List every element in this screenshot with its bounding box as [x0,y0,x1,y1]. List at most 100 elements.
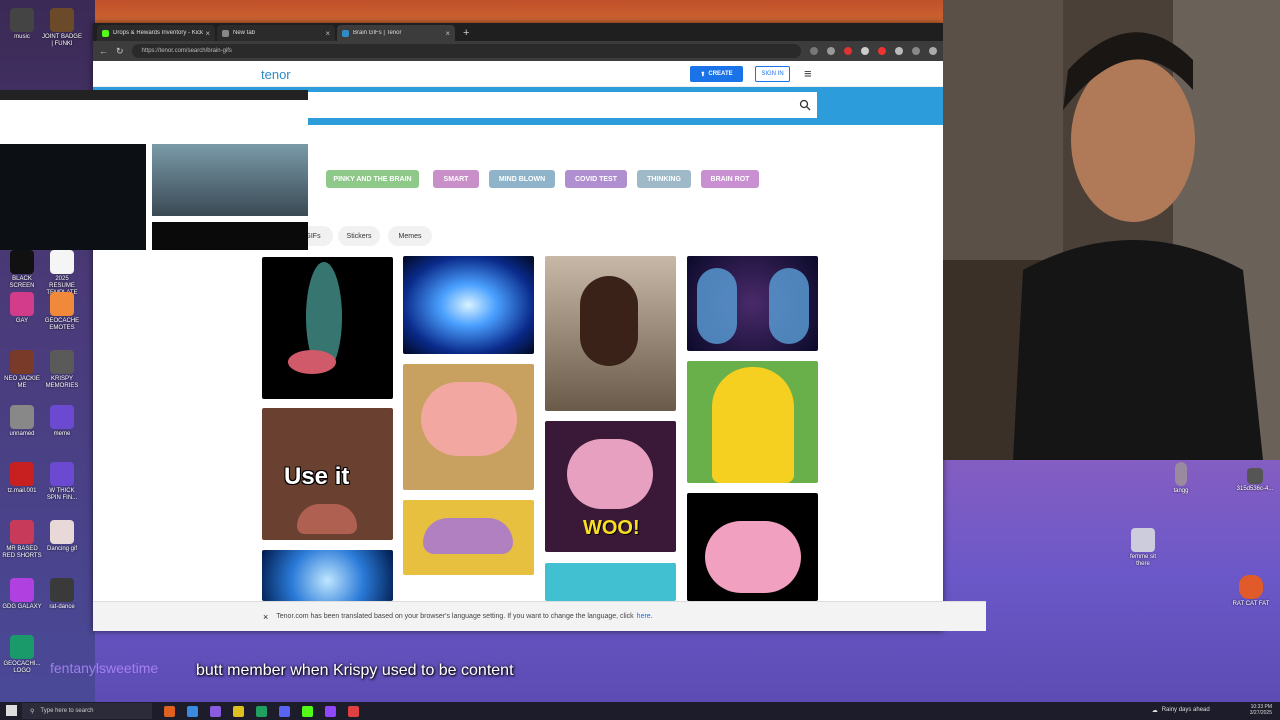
taskbar-app-icon[interactable] [256,705,267,717]
file-icon [10,635,34,659]
gif-woo-brain[interactable]: WOO! [545,421,676,552]
desktop-icon[interactable]: NEO JACKIE ME [2,350,42,390]
file-icon [50,8,74,32]
desktop-icon-label: meme [53,431,71,437]
desktop-icon[interactable]: tz.mail.001 [2,462,42,495]
chip-pinky-and-the-brain[interactable]: PINKY AND THE BRAIN [326,170,419,188]
gif-cartoon-brain[interactable] [403,364,534,490]
search-icon[interactable] [799,99,811,111]
desktop-icon[interactable]: 2025 RESUME TEMPLATE [42,250,82,297]
desktop-icon[interactable]: meme [42,405,82,438]
profile-avatar-icon[interactable] [929,47,937,55]
close-icon[interactable]: × [263,612,268,622]
translate-here-link[interactable]: here [637,613,651,620]
gif-xray-skeleton-brain[interactable] [262,257,393,399]
browser-tab[interactable]: New tab × [217,25,335,41]
desktop-icon[interactable]: GAY [2,292,42,325]
translate-notice-suffix: . [650,613,653,620]
desktop-icon[interactable]: GEOCACHE EMOTES [42,292,82,332]
gif-pink-brain[interactable] [687,493,818,601]
new-tab-button[interactable]: + [457,27,475,41]
desktop-icon-label: femme sit there [1129,554,1156,567]
desktop-icon[interactable]: rat-dance [42,578,82,611]
reload-icon[interactable]: ↻ [116,46,124,57]
windows-start-icon[interactable] [6,705,17,716]
gif-spongebob-bottom[interactable] [545,563,676,601]
newtab-favicon-icon [222,29,229,37]
desktop-icon[interactable]: Dancing gif [42,520,82,553]
desktop-icon[interactable]: KRISPY MEMORIES [42,350,82,390]
taskbar-app-icon[interactable] [164,705,175,717]
desktop-icon[interactable]: GDG GALAXY [2,578,42,611]
browser-tab-active[interactable]: Brain GIFs | Tenor × [337,25,455,41]
desktop-icon[interactable]: MR BASED RED SHORTS [2,520,42,560]
tab-bar: Drops & Rewards Inventory - Kick × New t… [93,23,943,41]
close-tab-icon[interactable]: × [445,29,450,38]
gif-roll-safe-thinking[interactable] [545,256,676,411]
extension-icon[interactable] [844,47,852,55]
extension-icon[interactable] [878,47,886,55]
upload-icon: ⬆ [700,71,706,78]
filter-tab-stickers[interactable]: Stickers [338,226,380,246]
head-silhouette [697,268,737,344]
chip-mind-blown[interactable]: MIND BLOWN [489,170,555,188]
chip-covid-test[interactable]: COVID TEST [565,170,627,188]
hamburger-menu-icon[interactable]: ≡ [804,67,812,80]
tenor-logo[interactable]: tenor [261,67,291,82]
sign-in-button[interactable]: SIGN IN [755,66,790,82]
gif-squidward-brain[interactable] [403,500,534,575]
extension-icon[interactable] [810,47,818,55]
figure-icon [1175,462,1187,486]
close-tab-icon[interactable]: × [325,29,330,38]
desktop-icon-315d[interactable]: 315d536c-4... [1235,468,1275,493]
tab-title: New tab [233,30,256,36]
weather-text[interactable]: Rainy days ahead [1162,707,1210,713]
tenor-header: tenor ⬆ CREATE SIGN IN ≡ [93,61,943,87]
taskbar-search-input[interactable]: ⚲ Type here to search [22,703,152,719]
desktop-icon[interactable]: BLACK SCREEN [2,250,42,290]
create-button[interactable]: ⬆ CREATE [690,66,743,82]
search-input[interactable] [303,92,817,118]
desktop-icon-tangg[interactable]: tangg [1161,462,1201,495]
gif-galaxy-brain[interactable] [403,256,534,354]
extension-icon[interactable] [895,47,903,55]
desktop-icon[interactable]: GEOCACHI... LOGO [2,635,42,675]
extension-icon[interactable] [912,47,920,55]
filter-tab-memes[interactable]: Memes [388,226,432,246]
image-icon [1239,575,1263,599]
desktop-icon-femme[interactable]: femme sit there [1123,528,1163,568]
taskbar-app-icon[interactable] [302,705,313,717]
close-tab-icon[interactable]: × [205,29,210,38]
desktop-icon-label: JOINT BADGE | FUNKI [42,34,82,47]
desktop-icon-ratcat[interactable]: RAT CAT FAT [1231,575,1271,608]
taskbar-app-icon[interactable] [233,705,244,717]
desktop-icon[interactable]: W THICK SPIN FIN... [42,462,82,502]
taskbar-app-icon[interactable] [187,705,198,717]
taskbar-app-icon[interactable] [348,705,359,717]
taskbar-app-icon[interactable] [279,705,290,717]
brain-shape [297,504,357,534]
desktop-icon[interactable]: unnamed [2,405,42,438]
taskbar-app-icon[interactable] [325,705,336,717]
gif-brain-connection[interactable] [687,256,818,351]
url-field[interactable]: https://tenor.com/search/brain-gifs [131,44,801,58]
head-silhouette [769,268,809,344]
back-icon[interactable]: ← [99,46,108,56]
desktop-icon[interactable]: JOINT BADGE | FUNKI [42,8,82,48]
clock[interactable]: 10:33 PM 3/27/2025 [1250,704,1272,716]
image-icon [1131,528,1155,552]
browser-tab[interactable]: Drops & Rewards Inventory - Kick × [97,25,215,41]
desktop-icon[interactable]: music [2,8,42,41]
extension-icon[interactable] [827,47,835,55]
taskbar-app-icon[interactable] [210,705,221,717]
gif-use-it-brain[interactable]: Use it [262,408,393,540]
gif-caption: Use it [284,463,350,490]
file-icon [50,250,74,274]
extension-icon[interactable] [861,47,869,55]
chip-thinking[interactable]: THINKING [637,170,691,188]
gif-glowing-brain-bottom[interactable] [262,550,393,601]
gif-homer-brain[interactable] [687,361,818,483]
chip-smart[interactable]: SMART [433,170,479,188]
taskbar-search-placeholder: Type here to search [40,708,94,714]
chip-brain-rot[interactable]: BRAIN ROT [701,170,759,188]
